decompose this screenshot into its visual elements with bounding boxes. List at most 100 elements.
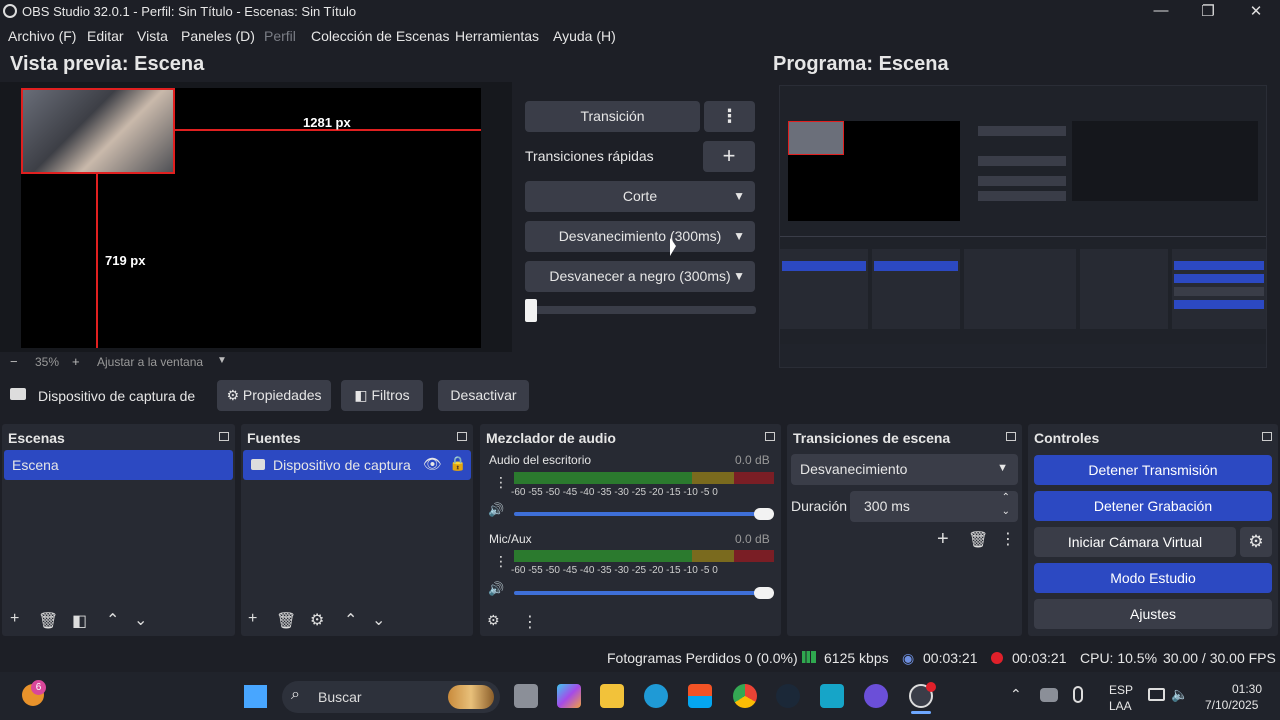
menu-archivo[interactable]: Archivo (F): [8, 28, 76, 44]
source-item[interactable]: Dispositivo de captura d 👁 🔒: [243, 450, 471, 480]
speaker-icon[interactable]: 🔊: [488, 502, 504, 518]
float-icon[interactable]: [1262, 432, 1272, 441]
float-icon[interactable]: [1006, 432, 1016, 441]
file-explorer-icon[interactable]: [600, 684, 624, 708]
filter-icon: ◧: [354, 387, 368, 403]
increment-icon[interactable]: ⌃: [1002, 492, 1010, 503]
zoom-in-button[interactable]: +: [72, 354, 80, 369]
edge-icon[interactable]: [644, 684, 668, 708]
gear-icon[interactable]: ⚙: [310, 610, 324, 630]
fit-to-window[interactable]: Ajustar a la ventana: [97, 355, 203, 369]
quick-fade-label: Desvanecimiento (300ms): [558, 228, 722, 244]
menu-coleccion[interactable]: Colección de Escenas: [311, 28, 450, 44]
more-icon[interactable]: ⋮: [1000, 529, 1016, 549]
move-up-icon[interactable]: ⌃: [344, 610, 357, 630]
channel-mic-db: 0.0 dB: [735, 532, 770, 546]
settings-button[interactable]: Ajustes: [1034, 599, 1272, 629]
add-icon[interactable]: +: [10, 610, 19, 628]
float-icon[interactable]: [765, 432, 775, 441]
advanced-audio-icon[interactable]: ⚙: [487, 612, 500, 629]
network-icon[interactable]: [1148, 688, 1165, 701]
minimize-button[interactable]: —: [1150, 2, 1172, 22]
filters-button[interactable]: ◧ Filtros: [341, 380, 423, 411]
desktop-volume-slider[interactable]: [514, 512, 758, 516]
desktop-volume-knob[interactable]: [754, 508, 774, 520]
trash-icon[interactable]: 🗑: [38, 611, 58, 631]
tbar-handle[interactable]: [525, 299, 537, 322]
copilot-icon[interactable]: [557, 684, 581, 708]
fps: 30.00 / 30.00 FPS: [1163, 650, 1276, 666]
menu-perfil[interactable]: Perfil: [264, 28, 296, 44]
trash-icon[interactable]: 🗑: [968, 530, 988, 550]
float-icon[interactable]: [219, 432, 229, 441]
deactivate-button[interactable]: Desactivar: [438, 380, 529, 411]
stop-record-button[interactable]: Detener Grabación: [1034, 491, 1272, 521]
steam-icon[interactable]: [776, 684, 800, 708]
app-f-icon[interactable]: [820, 684, 844, 708]
add-icon[interactable]: +: [937, 528, 949, 551]
active-app-indicator: [911, 711, 931, 714]
lock-icon[interactable]: 🔒: [449, 455, 466, 472]
taskbar-search[interactable]: ⌕ Buscar: [282, 681, 500, 713]
language-label[interactable]: ESP: [1109, 683, 1133, 697]
scene-transitions-dock: Transiciones de escena Desvanecimiento ▼…: [787, 424, 1022, 636]
cloud-icon[interactable]: [1040, 688, 1058, 702]
duration-spinbox[interactable]: 300 ms ⌃ ⌄: [850, 491, 1018, 522]
app-ring-icon[interactable]: [864, 684, 888, 708]
store-icon[interactable]: [688, 684, 712, 708]
menu-editar[interactable]: Editar: [87, 28, 124, 44]
transitions-title: Transiciones de escena: [793, 430, 951, 446]
microphone-icon[interactable]: [1073, 686, 1083, 703]
mic-volume-meter: [514, 550, 774, 562]
preview-canvas[interactable]: 1281 px 719 px: [21, 88, 481, 348]
properties-button[interactable]: ⚙ Propiedades: [217, 380, 331, 411]
trash-icon[interactable]: 🗑: [276, 611, 296, 631]
menu-vista[interactable]: Vista: [137, 28, 168, 44]
maximize-button[interactable]: ❐: [1197, 2, 1219, 22]
menu-paneles[interactable]: Paneles (D): [181, 28, 255, 44]
chrome-icon[interactable]: [733, 684, 757, 708]
stop-stream-button[interactable]: Detener Transmisión: [1034, 455, 1272, 485]
add-quick-transition-icon[interactable]: +: [703, 141, 755, 172]
close-button[interactable]: ✕: [1245, 2, 1267, 22]
volume-icon[interactable]: 🔈: [1171, 686, 1188, 703]
chevron-up-icon[interactable]: ⌃: [1010, 686, 1022, 703]
clock-time[interactable]: 01:30: [1232, 682, 1262, 696]
keyboard-layout-label[interactable]: LAA: [1109, 699, 1132, 713]
clock-date[interactable]: 7/10/2025: [1205, 698, 1258, 712]
transition-button[interactable]: Transición: [525, 101, 700, 132]
move-down-icon[interactable]: ⌄: [372, 610, 385, 630]
decrement-icon[interactable]: ⌄: [1002, 506, 1010, 517]
tbar-track[interactable]: [525, 306, 756, 314]
add-icon[interactable]: +: [248, 610, 257, 628]
mic-volume-knob[interactable]: [754, 587, 774, 599]
channel-menu-icon[interactable]: ⋮: [494, 474, 508, 491]
eye-icon[interactable]: 👁: [423, 455, 442, 473]
mic-volume-slider[interactable]: [514, 591, 758, 595]
scene-item[interactable]: Escena: [4, 450, 233, 480]
quick-cut[interactable]: Corte ▼: [525, 181, 755, 212]
move-down-icon[interactable]: ⌄: [134, 610, 147, 630]
menu-herramientas[interactable]: Herramientas: [455, 28, 539, 44]
menu-ayuda[interactable]: Ayuda (H): [553, 28, 616, 44]
channel-menu-icon[interactable]: ⋮: [494, 553, 508, 570]
fit-dropdown-icon[interactable]: ▼: [217, 355, 227, 366]
camera-icon: [251, 459, 265, 470]
zoom-out-button[interactable]: −: [10, 354, 18, 369]
filter-icon[interactable]: ◧: [72, 611, 87, 631]
virtual-cam-settings-icon[interactable]: ⚙: [1240, 527, 1272, 557]
speaker-icon[interactable]: 🔊: [488, 581, 504, 597]
quick-fade[interactable]: Desvanecimiento (300ms) ▼: [525, 221, 755, 252]
move-up-icon[interactable]: ⌃: [106, 610, 119, 630]
task-view-icon[interactable]: [514, 684, 538, 708]
width-label: 1281 px: [303, 115, 351, 130]
float-icon[interactable]: [457, 432, 467, 441]
studio-mode-button[interactable]: Modo Estudio: [1034, 563, 1272, 593]
windows-start-icon[interactable]: [244, 685, 267, 708]
transition-more-icon[interactable]: ⋮: [704, 101, 755, 132]
transition-select[interactable]: Desvanecimiento ▼: [791, 454, 1018, 485]
zoom-level: 35%: [35, 355, 60, 369]
quick-fade-black[interactable]: Desvanecer a negro (300ms) ▼: [525, 261, 755, 292]
more-icon[interactable]: ⋮: [522, 612, 538, 632]
start-virtual-cam-button[interactable]: Iniciar Cámara Virtual: [1034, 527, 1236, 557]
